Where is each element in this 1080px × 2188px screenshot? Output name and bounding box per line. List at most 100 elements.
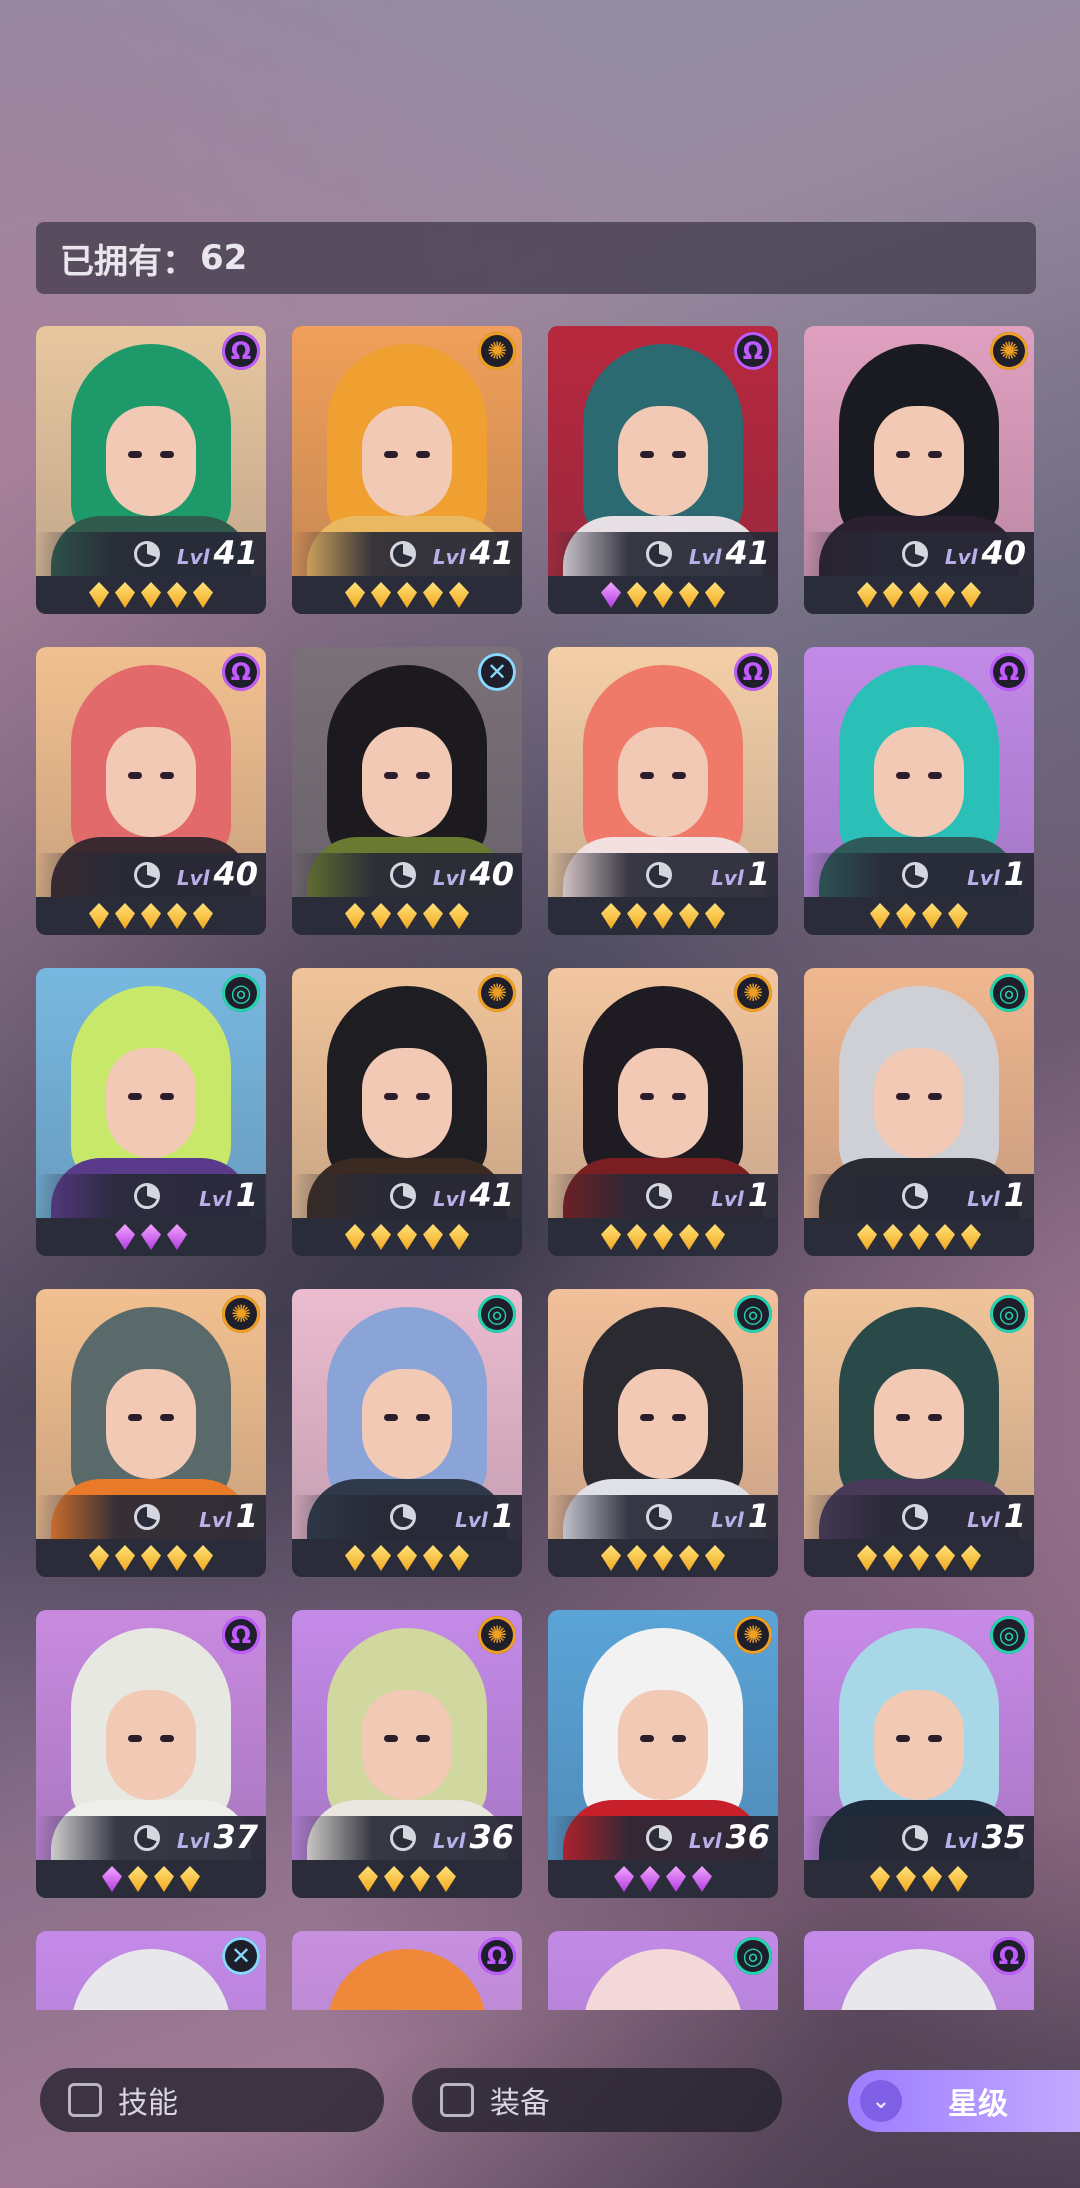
gold-star-icon xyxy=(679,1545,699,1571)
star-sort-button[interactable]: ⌄ 星级 xyxy=(848,2070,1080,2132)
purple-star-icon xyxy=(640,1866,660,1892)
hero-level-row: Lvl 1 xyxy=(548,853,778,897)
hero-card[interactable]: ◎ Lvl 1 xyxy=(804,968,1034,1256)
purple-star-icon xyxy=(666,1866,686,1892)
hero-card[interactable]: ◎ Lvl 35 xyxy=(804,1610,1034,1898)
level-value: 1 xyxy=(1003,1497,1026,1535)
checkbox-icon[interactable] xyxy=(68,2083,102,2117)
hero-card[interactable]: Ω Lvl 41 xyxy=(36,326,266,614)
gold-star-icon xyxy=(345,1545,365,1571)
sun-element-icon: ✺ xyxy=(478,332,516,370)
hero-card[interactable]: ◎ Lvl 1 xyxy=(804,1289,1034,1577)
gold-star-icon xyxy=(384,1866,404,1892)
hero-card[interactable]: ✺ Lvl 1 xyxy=(36,1289,266,1577)
hero-card[interactable]: ✺ Lvl 41 xyxy=(292,326,522,614)
hero-level: Lvl 1 xyxy=(711,1497,770,1535)
star-rating xyxy=(548,1218,778,1256)
gold-star-icon xyxy=(922,1866,942,1892)
gold-star-icon xyxy=(345,1224,365,1250)
hero-card[interactable]: ◎ xyxy=(548,1931,778,2010)
hero-card[interactable]: Ω Lvl 1 xyxy=(804,647,1034,935)
hero-level: Lvl 41 xyxy=(177,534,258,572)
hero-level-row: Lvl 36 xyxy=(548,1816,778,1860)
hero-level: Lvl 37 xyxy=(177,1818,258,1856)
star-rating xyxy=(804,1218,1034,1256)
wind-element-icon: ◎ xyxy=(990,1295,1028,1333)
star-rating xyxy=(292,1218,522,1256)
skill-filter-toggle[interactable]: 技能 xyxy=(40,2068,384,2132)
level-value: 1 xyxy=(1003,1176,1026,1214)
bottom-filter-bar: 技能 装备 ⌄ 星级 xyxy=(0,2060,1080,2140)
light-element-icon: Ω xyxy=(990,1937,1028,1975)
level-value: 35 xyxy=(981,1818,1026,1856)
gold-star-icon xyxy=(167,582,187,608)
level-label: Lvl xyxy=(711,1187,744,1211)
gold-star-icon xyxy=(896,1866,916,1892)
hero-card[interactable]: ✺ Lvl 40 xyxy=(804,326,1034,614)
hero-card[interactable]: Ω Lvl 37 xyxy=(36,1610,266,1898)
light-element-icon: Ω xyxy=(478,1937,516,1975)
hero-level: Lvl 41 xyxy=(433,1176,514,1214)
hero-card[interactable]: Ω xyxy=(292,1931,522,2010)
progress-ring-icon xyxy=(646,1825,672,1851)
gold-star-icon xyxy=(935,1224,955,1250)
hero-card[interactable]: ✕ xyxy=(36,1931,266,2010)
level-value: 36 xyxy=(469,1818,514,1856)
progress-ring-icon xyxy=(134,1183,160,1209)
hero-level: Lvl 1 xyxy=(455,1497,514,1535)
progress-ring-icon xyxy=(390,1825,416,1851)
hero-card[interactable]: ✺ Lvl 41 xyxy=(292,968,522,1256)
hero-level: Lvl 40 xyxy=(945,534,1026,572)
gold-star-icon xyxy=(423,1545,443,1571)
gold-star-icon xyxy=(857,582,877,608)
hero-card[interactable]: ✺ Lvl 1 xyxy=(548,968,778,1256)
level-label: Lvl xyxy=(432,1187,466,1211)
gold-star-icon xyxy=(397,1224,417,1250)
gold-star-icon xyxy=(883,1545,903,1571)
gold-star-icon xyxy=(601,1224,621,1250)
hero-card[interactable]: Ω xyxy=(804,1931,1034,2010)
gold-star-icon xyxy=(436,1866,456,1892)
gold-star-icon xyxy=(449,582,469,608)
progress-ring-icon xyxy=(646,1183,672,1209)
hero-card[interactable]: Ω Lvl 40 xyxy=(36,647,266,935)
hero-level: Lvl 1 xyxy=(967,1497,1026,1535)
level-value: 40 xyxy=(981,534,1026,572)
hero-card[interactable]: ◎ Lvl 1 xyxy=(292,1289,522,1577)
hero-card[interactable]: ◎ Lvl 1 xyxy=(36,968,266,1256)
gold-star-icon xyxy=(627,1545,647,1571)
gold-star-icon xyxy=(449,1545,469,1571)
gold-star-icon xyxy=(909,582,929,608)
purple-star-icon xyxy=(167,1224,187,1250)
hero-level: Lvl 40 xyxy=(433,855,514,893)
hero-card[interactable]: Ω Lvl 1 xyxy=(548,647,778,935)
gold-star-icon xyxy=(410,1866,430,1892)
progress-ring-icon xyxy=(390,541,416,567)
gold-star-icon xyxy=(141,582,161,608)
hero-grid: Ω Lvl 41 ✺ Lvl 41 Ω Lvl 41 ✺ Lvl 40 Ω Lvl 40 ✕ Lvl 4… xyxy=(36,326,1036,2010)
hero-card[interactable]: ✕ Lvl 40 xyxy=(292,647,522,935)
gold-star-icon xyxy=(870,1866,890,1892)
progress-ring-icon xyxy=(646,541,672,567)
level-value: 41 xyxy=(725,534,770,572)
level-label: Lvl xyxy=(199,1187,232,1211)
equipment-filter-toggle[interactable]: 装备 xyxy=(412,2068,782,2132)
wind-element-icon: ◎ xyxy=(990,974,1028,1012)
sun-element-icon: ✺ xyxy=(734,974,772,1012)
star-rating xyxy=(36,1218,266,1256)
level-label: Lvl xyxy=(967,1187,1000,1211)
gold-star-icon xyxy=(345,582,365,608)
hero-level-row: Lvl 41 xyxy=(36,532,266,576)
checkbox-icon[interactable] xyxy=(440,2083,474,2117)
dark-element-icon: ✕ xyxy=(478,653,516,691)
sun-element-icon: ✺ xyxy=(734,1616,772,1654)
hero-card[interactable]: ✺ Lvl 36 xyxy=(292,1610,522,1898)
hero-card[interactable]: ◎ Lvl 1 xyxy=(548,1289,778,1577)
hero-card[interactable]: Ω Lvl 41 xyxy=(548,326,778,614)
gold-star-icon xyxy=(601,903,621,929)
hero-level-row: Lvl 1 xyxy=(548,1495,778,1539)
owned-count-bar: 已拥有： 62 xyxy=(36,222,1036,294)
gold-star-icon xyxy=(653,903,673,929)
wind-element-icon: ◎ xyxy=(990,1616,1028,1654)
hero-card[interactable]: ✺ Lvl 36 xyxy=(548,1610,778,1898)
